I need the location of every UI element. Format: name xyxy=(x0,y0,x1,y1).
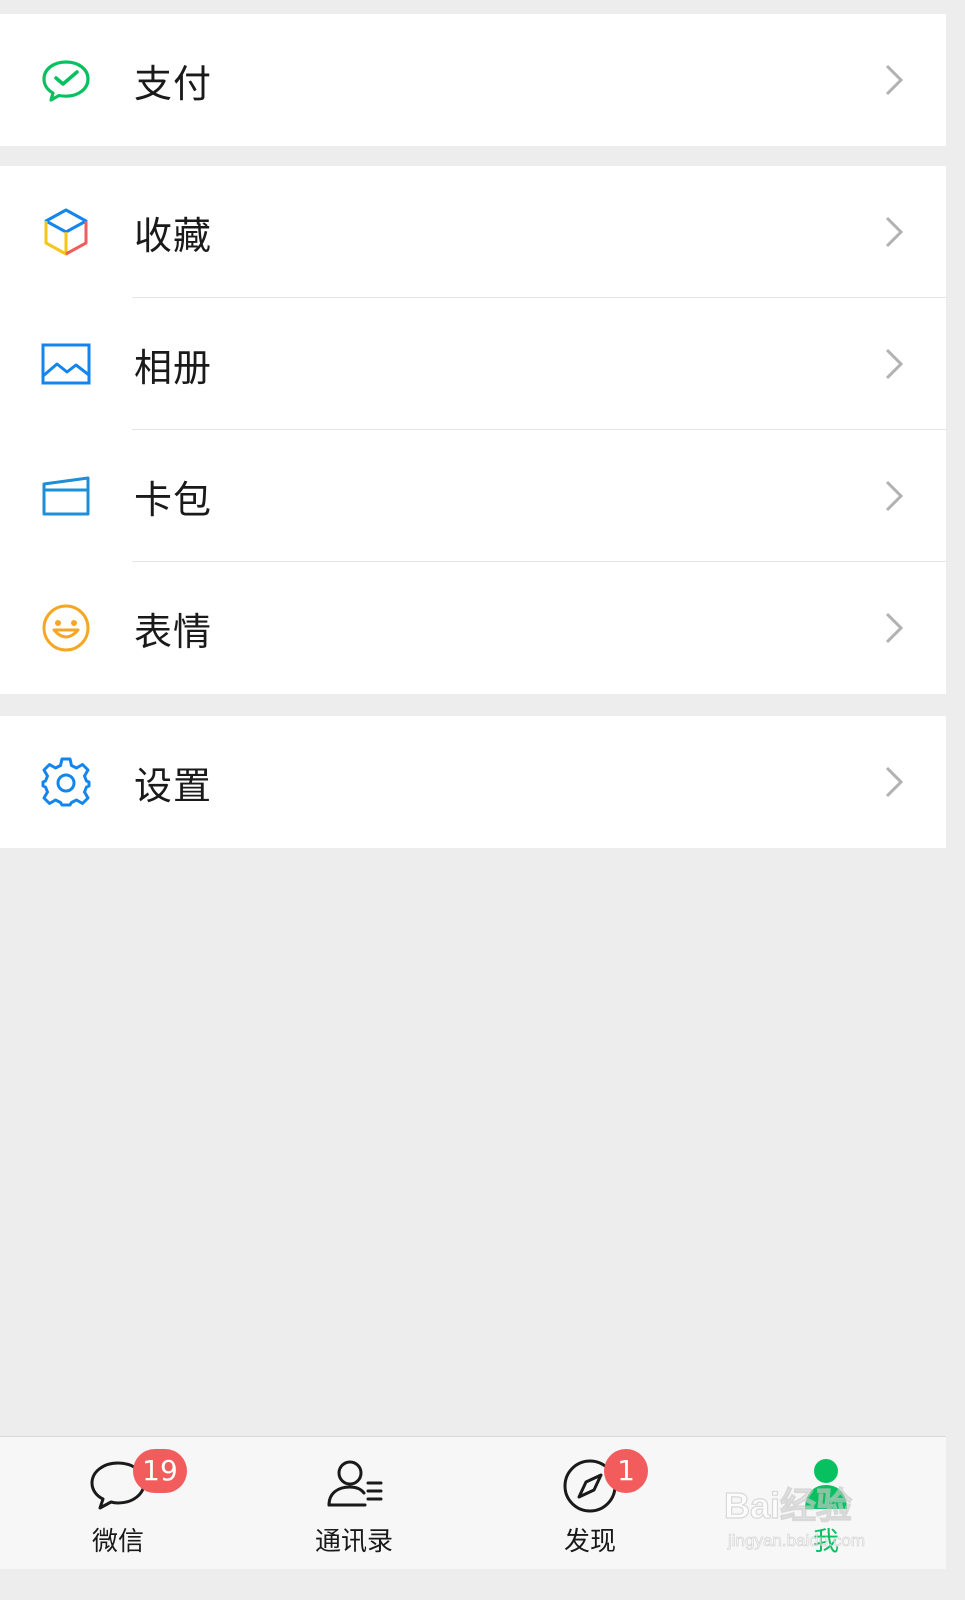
watermark-url: jingyan.baidu.com xyxy=(727,1531,865,1550)
favorites-cube-icon xyxy=(44,208,88,256)
menu-item-label: 收藏 xyxy=(134,213,213,258)
menu-item-label: 卡包 xyxy=(134,477,213,522)
settings-gear-icon xyxy=(41,757,91,807)
tab-chats[interactable]: 微信 19 xyxy=(18,1437,218,1569)
tab-label: 微信 xyxy=(91,1527,144,1557)
tab-contacts[interactable]: 通讯录 xyxy=(254,1437,454,1569)
chevron-right-icon xyxy=(885,64,904,96)
menu-item-album[interactable]: 相册 xyxy=(0,298,946,430)
baidu-jingyan-watermark: Bai经验 jingyan.baidu.com xyxy=(724,1484,865,1550)
menu-item-label: 表情 xyxy=(134,609,213,654)
menu-item-label: 相册 xyxy=(134,345,213,390)
notification-badge: 1 xyxy=(604,1449,648,1493)
tab-label: 发现 xyxy=(563,1527,616,1557)
pay-group: 支付 xyxy=(0,14,946,146)
menu-item-label: 设置 xyxy=(134,763,213,808)
watermark-brand: Bai经验 xyxy=(724,1485,852,1526)
menu-item-settings[interactable]: 设置 xyxy=(0,716,946,848)
tab-label: 通讯录 xyxy=(314,1527,393,1557)
chevron-right-icon xyxy=(885,480,904,512)
settings-group: 设置 xyxy=(0,716,946,848)
menu-item-cards[interactable]: 卡包 xyxy=(0,430,946,562)
chevron-right-icon xyxy=(885,612,904,644)
menu-item-pay[interactable]: 支付 xyxy=(0,14,946,146)
card-wallet-icon xyxy=(42,476,90,516)
sticker-smile-icon xyxy=(42,604,90,652)
menu-item-label: 支付 xyxy=(134,61,213,106)
album-image-icon xyxy=(41,343,91,385)
contacts-icon xyxy=(327,1460,383,1507)
unread-badge: 19 xyxy=(133,1449,187,1493)
chevron-right-icon xyxy=(885,216,904,248)
menu-item-favorites[interactable]: 收藏 xyxy=(0,166,946,298)
tab-discover[interactable]: 发现 1 xyxy=(490,1437,690,1569)
collection-group: 收藏 相册 卡包 表情 xyxy=(0,166,946,694)
wechat-pay-icon xyxy=(42,60,90,102)
chevron-right-icon xyxy=(885,348,904,380)
chevron-right-icon xyxy=(885,766,904,798)
menu-item-stickers[interactable]: 表情 xyxy=(0,562,946,694)
